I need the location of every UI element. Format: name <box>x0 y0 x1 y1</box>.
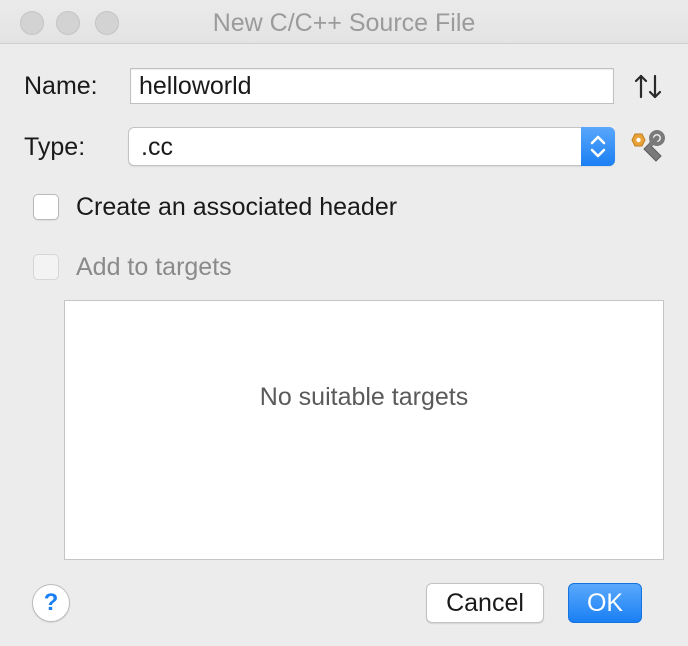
type-select[interactable]: .cc <box>128 127 615 166</box>
create-header-label[interactable]: Create an associated header <box>76 193 397 222</box>
type-select-value: .cc <box>141 133 173 161</box>
add-to-targets-checkbox <box>33 254 59 280</box>
sort-arrows-icon[interactable] <box>630 70 666 104</box>
create-header-checkbox[interactable] <box>33 194 59 220</box>
help-button[interactable]: ? <box>32 584 70 622</box>
ok-button[interactable]: OK <box>568 583 642 623</box>
window-title: New C/C++ Source File <box>212 9 476 37</box>
no-targets-message: No suitable targets <box>259 383 469 411</box>
cancel-button[interactable]: Cancel <box>426 583 544 623</box>
add-to-targets-label: Add to targets <box>76 253 232 281</box>
select-chevrons-icon[interactable] <box>581 127 615 166</box>
title-bar: New C/C++ Source File <box>0 0 688 44</box>
name-label: Name: <box>24 72 98 100</box>
configure-wrench-icon[interactable] <box>630 130 666 164</box>
name-input[interactable] <box>130 68 614 104</box>
type-label: Type: <box>24 133 86 161</box>
targets-list: No suitable targets <box>64 300 664 560</box>
